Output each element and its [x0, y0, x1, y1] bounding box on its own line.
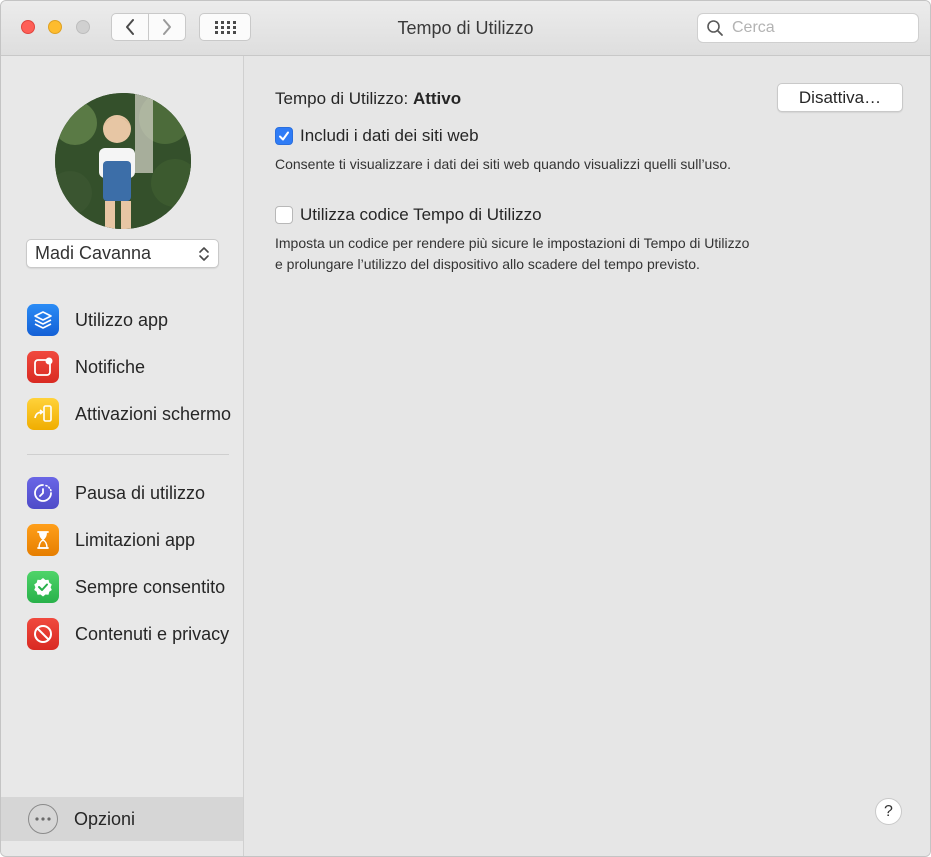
sidebar-item-downtime[interactable]: Pausa di utilizzo [27, 476, 237, 510]
sidebar-item-app-limits[interactable]: Limitazioni app [27, 523, 237, 557]
more-options-icon [28, 804, 58, 834]
include-websites-checkbox[interactable] [275, 127, 293, 145]
notifications-icon [27, 351, 59, 383]
downtime-icon [27, 477, 59, 509]
use-passcode-checkbox-row[interactable]: Utilizza codice Tempo di Utilizzo [275, 205, 542, 225]
always-allowed-icon [27, 571, 59, 603]
sidebar-divider [27, 454, 229, 455]
include-websites-label: Includi i dati dei siti web [300, 126, 479, 145]
sidebar-item-content-privacy[interactable]: Contenuti e privacy [27, 617, 237, 651]
screen-time-status: Tempo di Utilizzo: Attivo [275, 89, 461, 109]
content-privacy-icon [27, 618, 59, 650]
main-panel: Tempo di Utilizzo: Attivo Disattiva… Inc… [244, 56, 930, 856]
search-input[interactable] [730, 18, 914, 38]
sidebar-item-label: Sempre consentito [75, 576, 226, 597]
sidebar-item-app-usage[interactable]: Utilizzo app [27, 303, 237, 337]
search-icon [707, 20, 723, 36]
sidebar: Madi Cavanna Utilizzo app Notifiche Atti… [1, 56, 244, 856]
disable-button[interactable]: Disattiva… [777, 83, 903, 112]
user-select-value: Madi Cavanna [35, 243, 152, 263]
use-passcode-checkbox[interactable] [275, 206, 293, 224]
system-preferences-window: Tempo di Utilizzo Mad [0, 0, 931, 857]
status-prefix: Tempo di Utilizzo: [275, 89, 409, 108]
user-select[interactable]: Madi Cavanna [26, 239, 219, 268]
sidebar-item-pickups[interactable]: Attivazioni schermo [27, 397, 237, 431]
sidebar-item-notifications[interactable]: Notifiche [27, 350, 237, 384]
include-websites-checkbox-row[interactable]: Includi i dati dei siti web [275, 126, 479, 146]
up-down-chevron-icon [199, 246, 209, 261]
checkmark-icon [279, 131, 289, 141]
sidebar-item-label: Limitazioni app [75, 529, 196, 550]
sidebar-item-always-allowed[interactable]: Sempre consentito [27, 570, 237, 604]
sidebar-item-label: Opzioni [74, 808, 136, 829]
pickups-icon [27, 398, 59, 430]
use-passcode-label: Utilizza codice Tempo di Utilizzo [300, 205, 542, 224]
avatar [55, 93, 191, 229]
app-usage-icon [27, 304, 59, 336]
sidebar-item-label: Contenuti e privacy [75, 623, 230, 644]
sidebar-item-label: Notifiche [75, 356, 146, 377]
sidebar-item-label: Pausa di utilizzo [75, 482, 206, 503]
user-photo [55, 93, 191, 229]
use-passcode-description-line: Imposta un codice per rendere più sicure… [275, 235, 750, 251]
app-limits-icon [27, 524, 59, 556]
title-bar: Tempo di Utilizzo [1, 1, 930, 56]
help-button[interactable]: ? [875, 798, 902, 825]
sidebar-item-options[interactable]: Opzioni [1, 797, 243, 841]
search-field[interactable] [697, 13, 919, 43]
include-websites-description: Consente ti visualizzare i dati dei siti… [275, 156, 732, 172]
use-passcode-description-line: e prolungare l’utilizzo del dispositivo … [275, 256, 700, 272]
sidebar-item-label: Utilizzo app [75, 309, 169, 330]
sidebar-item-label: Attivazioni schermo [75, 403, 232, 424]
use-passcode-description: Imposta un codice per rendere più sicure… [275, 233, 749, 275]
status-value: Attivo [412, 89, 462, 108]
